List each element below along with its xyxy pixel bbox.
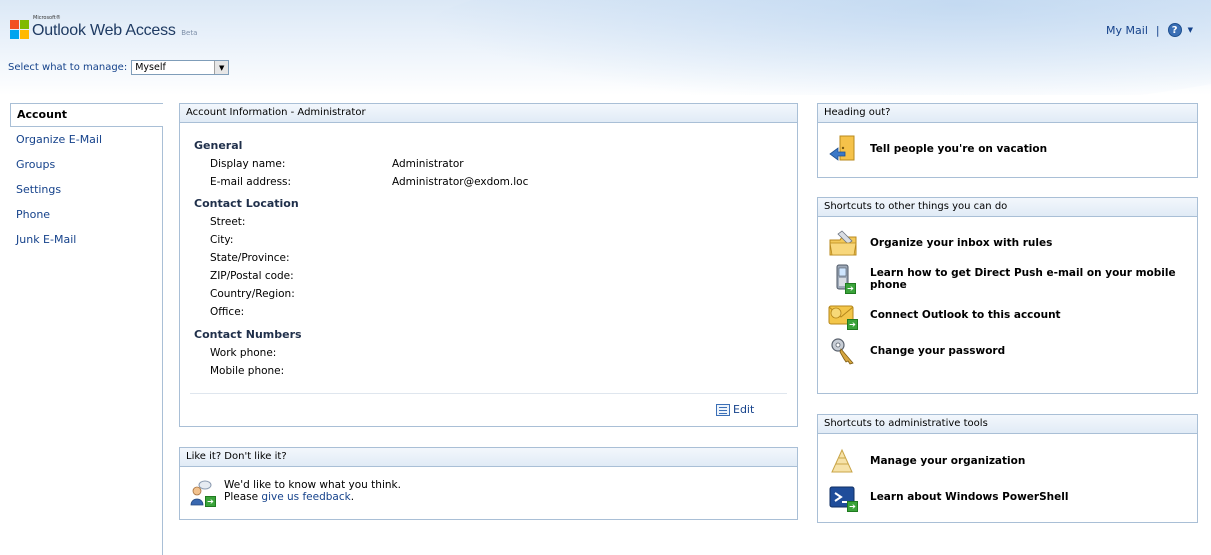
left-navigation: Account Organize E-Mail Groups Settings … <box>10 103 163 555</box>
nav-item-phone[interactable]: Phone <box>10 202 162 227</box>
state-label: State/Province: <box>210 252 290 264</box>
dropdown-arrow-icon[interactable]: ▼ <box>214 61 229 74</box>
edit-label: Edit <box>733 403 755 416</box>
manage-organization-icon <box>828 446 858 476</box>
app-title: Outlook Web Access <box>32 22 176 39</box>
help-icon[interactable]: ? <box>1167 23 1182 37</box>
contact-numbers-heading: Contact Numbers <box>194 328 302 341</box>
admin-tools-title: Shortcuts to administrative tools <box>818 415 1197 434</box>
manage-value: Myself <box>135 62 166 73</box>
email-label: E-mail address: <box>210 176 292 188</box>
mobile-phone-icon: ➔ <box>828 264 858 294</box>
account-information-panel: Account Information - Administrator Gene… <box>179 103 798 427</box>
my-mail-link[interactable]: My Mail <box>1106 24 1148 37</box>
header-banner: Microsoft® Outlook Web Access Beta Selec… <box>0 0 1211 95</box>
manage-label: Select what to manage: <box>8 62 128 73</box>
manage-dropdown[interactable]: Myself ▼ <box>131 60 230 75</box>
shortcuts-panel: Shortcuts to other things you can do Org… <box>817 197 1198 394</box>
green-arrow-icon: ➔ <box>847 501 858 512</box>
feedback-line-1: We'd like to know what you think. <box>224 479 401 491</box>
manage-selector: Select what to manage: Myself ▼ <box>8 60 230 75</box>
display-name-value: Administrator <box>392 158 464 170</box>
nav-item-settings[interactable]: Settings <box>10 177 162 202</box>
office-label: Office: <box>210 306 245 318</box>
header-separator: | <box>1155 23 1160 37</box>
email-value: Administrator@exdom.loc <box>392 176 529 188</box>
logo-microsoft: Microsoft® <box>33 15 61 21</box>
green-arrow-icon: ➔ <box>845 283 856 294</box>
feedback-panel-title: Like it? Don't like it? <box>180 448 797 467</box>
zip-label: ZIP/Postal code: <box>210 270 294 282</box>
direct-push-label: Learn how to get Direct Push e-mail on y… <box>870 267 1176 291</box>
change-password-label: Change your password <box>870 345 1006 357</box>
edit-button[interactable]: Edit <box>716 403 754 416</box>
outlook-connect-icon: ➔ <box>828 300 858 330</box>
organize-inbox-shortcut[interactable]: Organize your inbox with rules <box>828 228 1052 258</box>
country-label: Country/Region: <box>210 288 295 300</box>
account-panel-title: Account Information - Administrator <box>180 104 797 123</box>
give-feedback-link[interactable]: give us feedback <box>261 491 350 503</box>
vacation-door-icon <box>828 134 858 164</box>
nav-item-organize-email[interactable]: Organize E-Mail <box>10 127 162 152</box>
edit-divider <box>190 393 787 394</box>
display-name-label: Display name: <box>210 158 286 170</box>
logo-text: Microsoft® Outlook Web Access Beta <box>32 15 198 40</box>
powershell-shortcut[interactable]: ➔ Learn about Windows PowerShell <box>828 482 1068 512</box>
top-right-links: My Mail | ? ▼ <box>1106 23 1193 37</box>
app-beta: Beta <box>181 29 198 37</box>
feedback-text: We'd like to know what you think. Please… <box>224 479 401 503</box>
manage-organization-shortcut[interactable]: Manage your organization <box>828 446 1025 476</box>
street-label: Street: <box>210 216 246 228</box>
green-arrow-icon: ➔ <box>205 496 216 507</box>
nav-item-groups[interactable]: Groups <box>10 152 162 177</box>
shortcuts-title: Shortcuts to other things you can do <box>818 198 1197 217</box>
powershell-label: Learn about Windows PowerShell <box>870 491 1069 503</box>
manage-organization-label: Manage your organization <box>870 455 1026 467</box>
contact-location-heading: Contact Location <box>194 197 299 210</box>
feedback-row: ➔ We'd like to know what you think. Plea… <box>190 479 401 507</box>
feedback-line-2: Please give us feedback. <box>224 491 401 503</box>
feedback-prefix: Please <box>224 491 262 503</box>
nav-item-junk-email[interactable]: Junk E-Mail <box>10 227 162 252</box>
city-label: City: <box>210 234 234 246</box>
vacation-shortcut[interactable]: Tell people you're on vacation <box>828 134 1047 164</box>
header-swoosh <box>420 0 1211 95</box>
vacation-label: Tell people you're on vacation <box>870 143 1048 155</box>
feedback-suffix: . <box>350 491 355 503</box>
heading-out-title: Heading out? <box>818 104 1197 123</box>
change-password-shortcut[interactable]: Change your password <box>828 336 1005 366</box>
edit-form-icon <box>716 403 730 416</box>
green-arrow-icon: ➔ <box>847 319 858 330</box>
folder-rules-icon <box>828 228 858 258</box>
heading-out-panel: Heading out? Tell people you're on vacat… <box>817 103 1198 178</box>
connect-outlook-label: Connect Outlook to this account <box>870 309 1061 321</box>
key-icon <box>828 336 858 366</box>
admin-tools-panel: Shortcuts to administrative tools Manage… <box>817 414 1198 523</box>
nav-item-account[interactable]: Account <box>10 103 163 127</box>
feedback-panel: Like it? Don't like it? ➔ We'd like to k… <box>179 447 798 520</box>
mobile-phone-label: Mobile phone: <box>210 365 285 377</box>
direct-push-shortcut[interactable]: ➔ Learn how to get Direct Push e-mail on… <box>828 264 1197 294</box>
owa-logo: Microsoft® Outlook Web Access Beta <box>10 15 198 40</box>
work-phone-label: Work phone: <box>210 347 277 359</box>
office-logo-icon <box>10 20 30 40</box>
chevron-down-icon[interactable]: ▼ <box>1188 26 1193 34</box>
organize-inbox-label: Organize your inbox with rules <box>870 237 1053 249</box>
connect-outlook-shortcut[interactable]: ➔ Connect Outlook to this account <box>828 300 1061 330</box>
feedback-person-icon: ➔ <box>190 479 216 507</box>
general-heading: General <box>194 139 243 152</box>
powershell-icon: ➔ <box>828 482 858 512</box>
